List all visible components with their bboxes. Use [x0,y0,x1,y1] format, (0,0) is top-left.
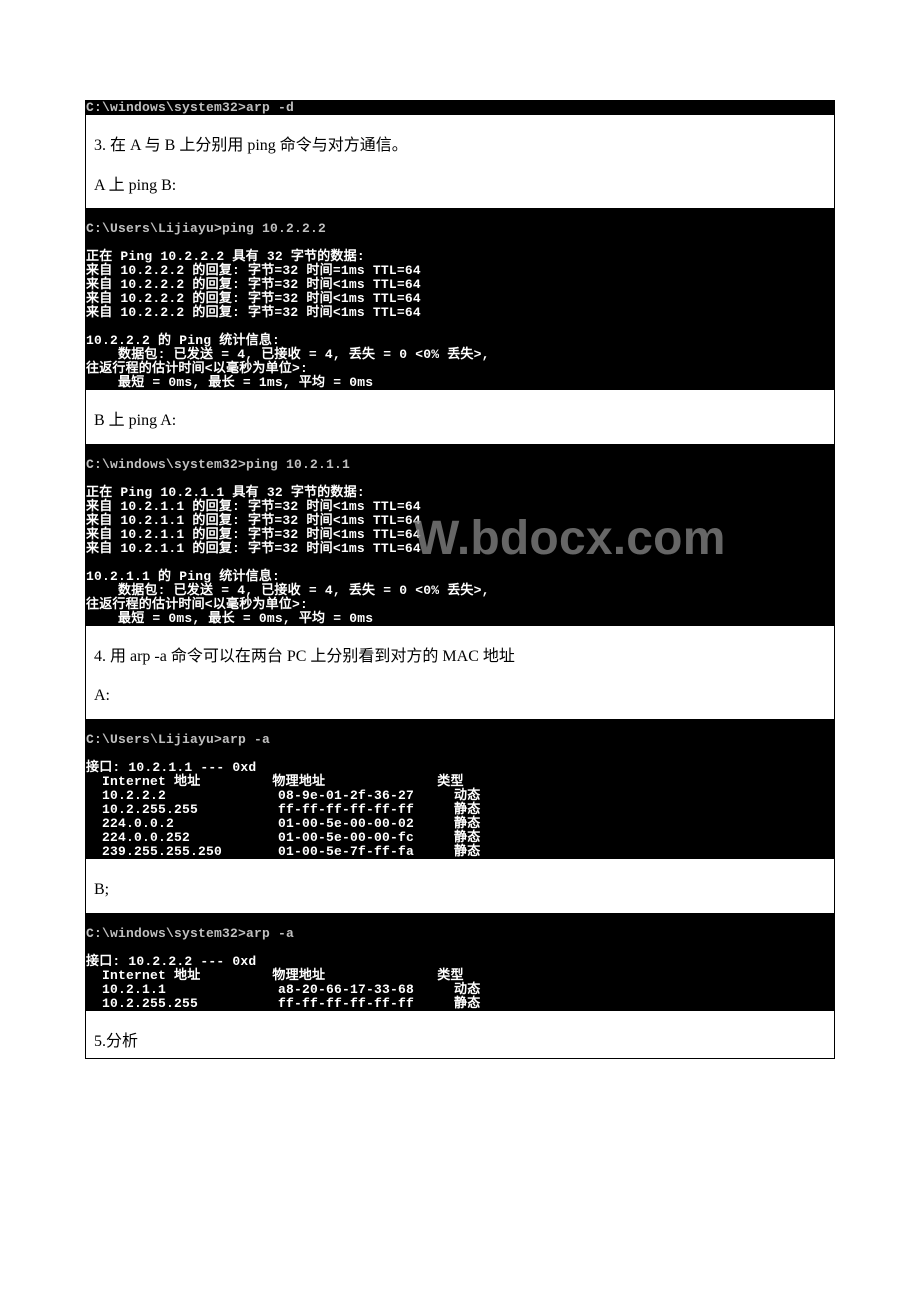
terminal-prompt: C:\windows\system32>arp -a [86,926,294,941]
terminal-output: 接口: 10.2.2.2 --- 0xd Internet 地址 物理地址 类型… [86,954,480,1011]
document-page: C:\windows\system32>arp -d 3. 在 A 与 B 上分… [85,100,835,1059]
a-label: A: [86,679,834,713]
terminal-ping-b: C:\Users\Lijiayu>ping 10.2.2.2 正在 Ping 1… [86,208,834,390]
terminal-prompt: C:\windows\system32>ping 10.2.1.1 [86,457,350,472]
terminal-arp-a: C:\Users\Lijiayu>arp -a 接口: 10.2.1.1 ---… [86,719,834,859]
b-label: B; [86,873,834,907]
terminal-prompt: C:\Users\Lijiayu>ping 10.2.2.2 [86,221,326,236]
terminal-output: 正在 Ping 10.2.1.1 具有 32 字节的数据: 来自 10.2.1.… [86,485,490,626]
watermark-logo: W.bdocx.com [414,504,794,574]
terminal-output: 接口: 10.2.1.1 --- 0xd Internet 地址 物理地址 类型… [86,760,480,859]
step-4-text: 4. 用 arp -a 命令可以在两台 PC 上分别看到对方的 MAC 地址 [86,640,834,674]
step-5-text: 5.分析 [86,1025,834,1059]
a-ping-b-label: A 上 ping B: [86,169,834,203]
step-3-text: 3. 在 A 与 B 上分别用 ping 命令与对方通信。 [86,129,834,163]
terminal-prompt: C:\Users\Lijiayu>arp -a [86,732,270,747]
terminal-ping-a: C:\windows\system32>ping 10.2.1.1 正在 Pin… [86,444,834,626]
terminal-arp-d: C:\windows\system32>arp -d [86,101,834,115]
terminal-line: C:\windows\system32>arp -d [86,101,421,115]
terminal-arp-b: C:\windows\system32>arp -a 接口: 10.2.2.2 … [86,913,834,1011]
terminal-output: 正在 Ping 10.2.2.2 具有 32 字节的数据: 来自 10.2.2.… [86,249,490,390]
watermark-text: W.bdocx.com [414,512,726,565]
b-ping-a-label: B 上 ping A: [86,404,834,438]
